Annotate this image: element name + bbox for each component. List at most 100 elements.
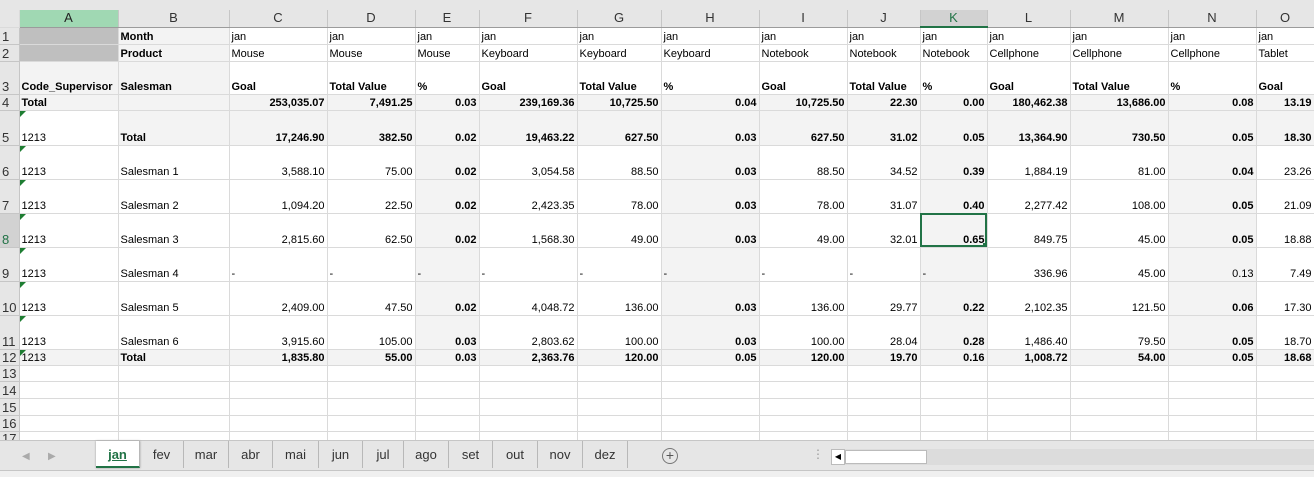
cell-c9[interactable]: - — [229, 247, 328, 282]
cell-c5[interactable]: 17,246.90 — [229, 110, 328, 146]
sheet-tab-jan[interactable]: jan — [96, 441, 140, 468]
sheet-tab-mai[interactable]: mai — [273, 441, 319, 468]
cell-m11[interactable]: 79.50 — [1070, 315, 1169, 350]
cell-o1[interactable]: jan — [1256, 27, 1314, 45]
cell-m12[interactable]: 54.00 — [1070, 349, 1169, 366]
cell-a15[interactable] — [19, 398, 119, 416]
cell-f2[interactable]: Keyboard — [479, 44, 578, 62]
cell-e2[interactable]: Mouse — [415, 44, 480, 62]
cell-d14[interactable] — [327, 381, 416, 399]
cell-g16[interactable] — [577, 415, 662, 432]
tab-split-handle[interactable]: ⋮ — [812, 447, 824, 461]
cell-k1[interactable]: jan — [920, 27, 988, 45]
cell-o9[interactable]: 7.49 — [1256, 247, 1314, 282]
row-header-11[interactable]: 11 — [0, 315, 20, 350]
cell-f5[interactable]: 19,463.22 — [479, 110, 578, 146]
cell-d2[interactable]: Mouse — [327, 44, 416, 62]
cell-c1[interactable]: jan — [229, 27, 328, 45]
cell-g6[interactable]: 88.50 — [577, 145, 662, 180]
cell-j13[interactable] — [847, 365, 921, 382]
cell-d11[interactable]: 105.00 — [327, 315, 416, 350]
cell-l3[interactable]: Goal — [987, 61, 1071, 95]
cell-o2[interactable]: Tablet — [1256, 44, 1314, 62]
cell-g11[interactable]: 100.00 — [577, 315, 662, 350]
cell-h3[interactable]: % — [661, 61, 760, 95]
cell-i1[interactable]: jan — [759, 27, 848, 45]
cell-o7[interactable]: 21.09 — [1256, 179, 1314, 214]
column-header-d[interactable]: D — [327, 10, 416, 28]
cell-m10[interactable]: 121.50 — [1070, 281, 1169, 316]
cell-h14[interactable] — [661, 381, 760, 399]
cell-c11[interactable]: 3,915.60 — [229, 315, 328, 350]
chevron-right-icon[interactable]: ▶ — [48, 451, 56, 462]
cell-j10[interactable]: 29.77 — [847, 281, 921, 316]
sheet-tab-abr[interactable]: abr — [229, 441, 273, 468]
cell-f12[interactable]: 2,363.76 — [479, 349, 578, 366]
sheet-tab-jun[interactable]: jun — [319, 441, 363, 468]
cell-m8[interactable]: 45.00 — [1070, 213, 1169, 248]
cell-m14[interactable] — [1070, 381, 1169, 399]
cell-d3[interactable]: Total Value — [327, 61, 416, 95]
cell-a5[interactable]: 1213 — [19, 110, 119, 146]
cell-g10[interactable]: 136.00 — [577, 281, 662, 316]
row-header-15[interactable]: 15 — [0, 398, 20, 416]
cell-m2[interactable]: Cellphone — [1070, 44, 1169, 62]
cell-i10[interactable]: 136.00 — [759, 281, 848, 316]
cell-o12[interactable]: 18.68 — [1256, 349, 1314, 366]
cell-d7[interactable]: 22.50 — [327, 179, 416, 214]
cell-n10[interactable]: 0.06 — [1168, 281, 1257, 316]
cell-g5[interactable]: 627.50 — [577, 110, 662, 146]
cell-n7[interactable]: 0.05 — [1168, 179, 1257, 214]
cell-b9[interactable]: Salesman 4 — [118, 247, 230, 282]
cell-g8[interactable]: 49.00 — [577, 213, 662, 248]
cell-c6[interactable]: 3,588.10 — [229, 145, 328, 180]
cell-k3[interactable]: % — [920, 61, 988, 95]
cell-o3[interactable]: Goal — [1256, 61, 1314, 95]
row-header-1[interactable]: 1 — [0, 27, 20, 45]
cell-i7[interactable]: 78.00 — [759, 179, 848, 214]
row-header-8[interactable]: 8 — [0, 213, 20, 248]
sheet-tab-mar[interactable]: mar — [184, 441, 229, 468]
cell-l9[interactable]: 336.96 — [987, 247, 1071, 282]
cell-m1[interactable]: jan — [1070, 27, 1169, 45]
cell-h13[interactable] — [661, 365, 760, 382]
column-header-i[interactable]: I — [759, 10, 848, 28]
cell-k13[interactable] — [920, 365, 988, 382]
cell-c4[interactable]: 253,035.07 — [229, 94, 328, 111]
cell-i8[interactable]: 49.00 — [759, 213, 848, 248]
cell-c13[interactable] — [229, 365, 328, 382]
cell-o4[interactable]: 13.19 — [1256, 94, 1314, 111]
cell-h5[interactable]: 0.03 — [661, 110, 760, 146]
cell-m6[interactable]: 81.00 — [1070, 145, 1169, 180]
row-header-10[interactable]: 10 — [0, 281, 20, 316]
cell-k5[interactable]: 0.05 — [920, 110, 988, 146]
cell-i2[interactable]: Notebook — [759, 44, 848, 62]
cell-o15[interactable] — [1256, 398, 1314, 416]
cell-j4[interactable]: 22.30 — [847, 94, 921, 111]
cell-e5[interactable]: 0.02 — [415, 110, 480, 146]
cell-c7[interactable]: 1,094.20 — [229, 179, 328, 214]
cell-f16[interactable] — [479, 415, 578, 432]
column-header-a[interactable]: A — [19, 10, 119, 28]
cell-m15[interactable] — [1070, 398, 1169, 416]
cell-i3[interactable]: Goal — [759, 61, 848, 95]
cell-k15[interactable] — [920, 398, 988, 416]
cell-k4[interactable]: 0.00 — [920, 94, 988, 111]
cell-a10[interactable]: 1213 — [19, 281, 119, 316]
cell-l14[interactable] — [987, 381, 1071, 399]
cell-m7[interactable]: 108.00 — [1070, 179, 1169, 214]
cell-o6[interactable]: 23.26 — [1256, 145, 1314, 180]
cell-b16[interactable] — [118, 415, 230, 432]
cell-h12[interactable]: 0.05 — [661, 349, 760, 366]
cell-n4[interactable]: 0.08 — [1168, 94, 1257, 111]
cell-n14[interactable] — [1168, 381, 1257, 399]
cell-d12[interactable]: 55.00 — [327, 349, 416, 366]
cell-b1[interactable]: Month — [118, 27, 230, 45]
cell-o10[interactable]: 17.30 — [1256, 281, 1314, 316]
row-header-5[interactable]: 5 — [0, 110, 20, 146]
cell-o13[interactable] — [1256, 365, 1314, 382]
column-header-c[interactable]: C — [229, 10, 328, 28]
cell-i14[interactable] — [759, 381, 848, 399]
cell-b2[interactable]: Product — [118, 44, 230, 62]
cell-f9[interactable]: - — [479, 247, 578, 282]
